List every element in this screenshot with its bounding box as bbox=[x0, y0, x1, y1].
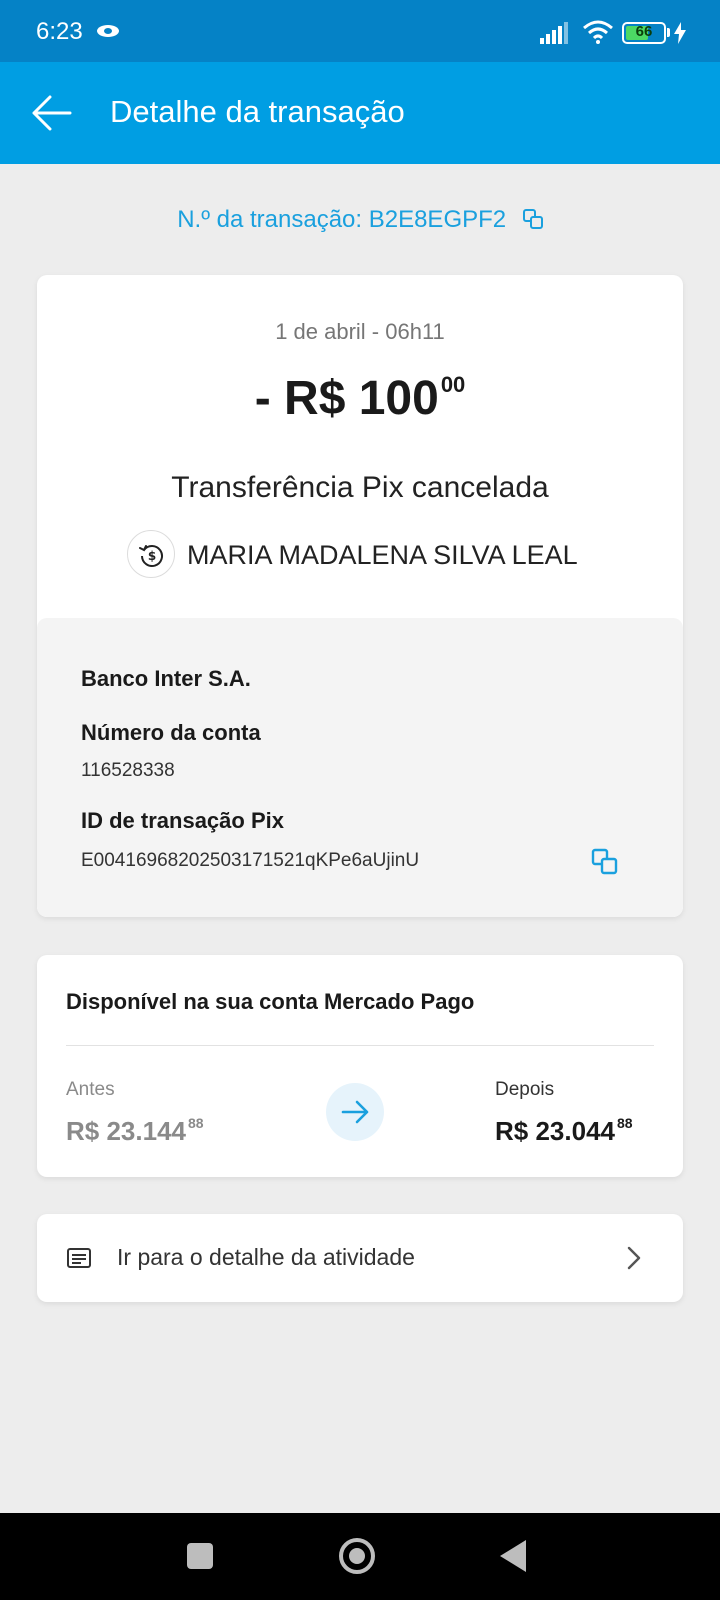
system-nav-bar bbox=[0, 1513, 720, 1600]
divider bbox=[66, 1045, 654, 1046]
signal-icon bbox=[540, 22, 568, 44]
pix-id-label: ID de transação Pix bbox=[81, 808, 284, 833]
transaction-number-label: N.º da transação: B2E8EGPF2 bbox=[177, 206, 507, 233]
receipt-icon bbox=[67, 1248, 91, 1268]
balance-card: Disponível na sua conta Mercado Pago Ant… bbox=[37, 955, 683, 1177]
balance-before-label: Antes bbox=[66, 1079, 115, 1100]
account-number-value: 116528338 bbox=[81, 760, 175, 781]
battery-text: 66 bbox=[635, 23, 653, 40]
app-bar: Detalhe da transação bbox=[0, 62, 720, 164]
balance-before-cents: 88 bbox=[187, 1115, 204, 1131]
account-number-label: Número da conta bbox=[81, 720, 261, 745]
arrow-left-icon[interactable] bbox=[30, 92, 72, 134]
chevron-right-icon bbox=[627, 1246, 641, 1270]
balance-after-cents: 88 bbox=[616, 1115, 633, 1131]
recipient-name: MARIA MADALENA SILVA LEAL bbox=[187, 540, 578, 570]
wifi-icon bbox=[583, 20, 613, 44]
back-button[interactable] bbox=[500, 1540, 526, 1572]
money-refund-icon: $ bbox=[127, 530, 175, 578]
transaction-number[interactable]: N.º da transação: B2E8EGPF2 bbox=[0, 206, 720, 234]
arrow-right-icon bbox=[326, 1083, 384, 1141]
balance-title: Disponível na sua conta Mercado Pago bbox=[66, 989, 475, 1014]
copy-icon[interactable] bbox=[522, 209, 543, 229]
battery-icon: 66 bbox=[622, 22, 666, 44]
svg-text:$: $ bbox=[148, 549, 156, 563]
charging-icon bbox=[674, 22, 686, 44]
transaction-details: Banco Inter S.A. Número da conta 1165283… bbox=[37, 618, 683, 917]
copy-icon[interactable] bbox=[591, 848, 619, 876]
page-title: Detalhe da transação bbox=[110, 94, 405, 129]
eye-icon bbox=[97, 25, 119, 37]
balance-before-main: R$ 23.144 bbox=[66, 1116, 186, 1146]
transaction-date: 1 de abril - 06h11 bbox=[275, 319, 445, 344]
amount-cents: 00 bbox=[440, 372, 466, 397]
balance-after-main: R$ 23.044 bbox=[495, 1116, 615, 1146]
amount-main: - R$ 100 bbox=[254, 372, 439, 425]
recent-apps-button[interactable] bbox=[187, 1543, 213, 1569]
balance-after-label: Depois bbox=[495, 1079, 555, 1100]
status-bar: 6:23 66 bbox=[0, 0, 720, 62]
balance-before-value: R$ 23.144 88 bbox=[66, 1115, 204, 1147]
transaction-amount: - R$ 10000 bbox=[37, 371, 683, 426]
status-time: 6:23 bbox=[36, 18, 83, 45]
activity-detail-link[interactable]: Ir para o detalhe da atividade bbox=[37, 1214, 683, 1302]
pix-id-value: E00416968202503171521qKPe6aUjinU bbox=[81, 850, 420, 871]
bank-name: Banco Inter S.A. bbox=[81, 666, 251, 691]
transaction-status: Transferência Pix cancelada bbox=[171, 471, 549, 504]
battery-tip bbox=[667, 28, 670, 37]
activity-link-label: Ir para o detalhe da atividade bbox=[117, 1244, 415, 1270]
balance-after-value: R$ 23.044 88 bbox=[495, 1115, 633, 1147]
home-button[interactable] bbox=[339, 1538, 375, 1574]
transaction-card: 1 de abril - 06h11 - R$ 10000 Transferên… bbox=[37, 275, 683, 917]
